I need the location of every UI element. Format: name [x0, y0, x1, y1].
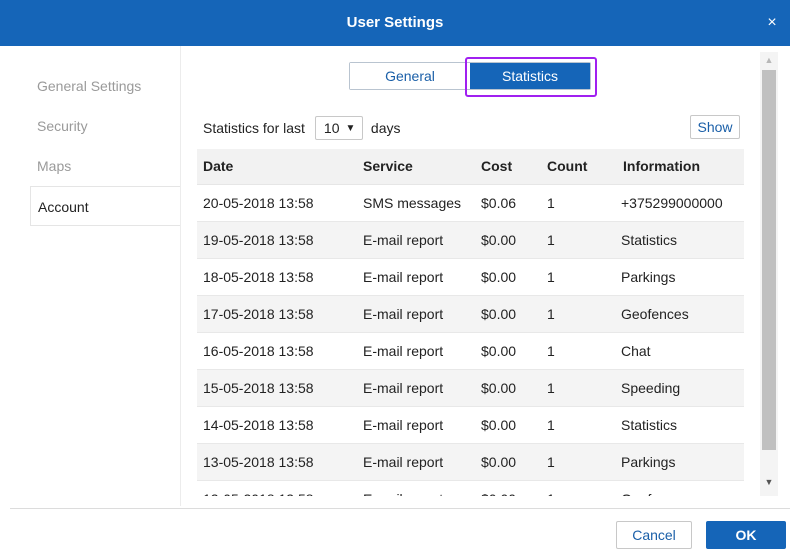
cell-count: 1	[543, 258, 617, 296]
cell-count: 1	[543, 443, 617, 481]
cell-date: 17-05-2018 13:58	[197, 295, 363, 333]
close-icon[interactable]: ×	[762, 13, 782, 33]
days-select-value: 10	[323, 120, 340, 136]
cell-count: 1	[543, 369, 617, 407]
table-row: 19-05-2018 13:58 E-mail report $0.00 1 S…	[197, 221, 744, 259]
cell-information: Parkings	[617, 258, 744, 296]
cell-information: Statistics	[617, 221, 744, 259]
cell-cost: $0.00	[481, 258, 543, 296]
cell-cost: $0.00	[481, 369, 543, 407]
cell-cost: $0.00	[481, 221, 543, 259]
caret-down-icon: ▼	[345, 122, 356, 134]
cell-information: Geofences	[617, 295, 744, 333]
table-row: 15-05-2018 13:58 E-mail report $0.00 1 S…	[197, 369, 744, 407]
cell-count: 1	[543, 406, 617, 444]
sidebar-divider	[180, 46, 181, 506]
cell-information: +375299000000	[617, 184, 744, 222]
cell-date: 14-05-2018 13:58	[197, 406, 363, 444]
statistics-table: Date Service Cost Count Information 20-0…	[197, 149, 744, 496]
ok-button[interactable]: OK	[706, 521, 786, 549]
cell-service: E-mail report	[363, 369, 481, 407]
table-row: 20-05-2018 13:58 SMS messages $0.06 1 +3…	[197, 184, 744, 222]
sidebar-item-maps[interactable]: Maps	[30, 146, 180, 186]
scroll-down-icon[interactable]: ▼	[760, 474, 778, 490]
cell-count: 1	[543, 184, 617, 222]
table-header-row: Date Service Cost Count Information	[197, 149, 744, 185]
table-row: 13-05-2018 13:58 E-mail report $0.00 1 P…	[197, 443, 744, 481]
cell-date: 12-05-2018 13:58	[197, 480, 363, 496]
cell-cost: $0.00	[481, 332, 543, 370]
sidebar-item-security[interactable]: Security	[30, 106, 180, 146]
column-header-cost[interactable]: Cost	[481, 149, 543, 185]
statistics-filter: Statistics for last 10 ▼ days	[203, 116, 401, 140]
cell-cost: $0.00	[481, 443, 543, 481]
cell-count: 1	[543, 221, 617, 259]
cell-cost: $0.00	[481, 295, 543, 333]
dialog-title: User Settings	[346, 14, 444, 31]
cell-cost: $0.06	[481, 184, 543, 222]
statistics-tab-highlight	[465, 57, 597, 97]
statistics-table-container: Date Service Cost Count Information 20-0…	[197, 149, 744, 496]
show-button[interactable]: Show	[690, 115, 740, 139]
cell-service: E-mail report	[363, 295, 481, 333]
days-select[interactable]: 10 ▼	[314, 116, 363, 140]
cell-service: E-mail report	[363, 332, 481, 370]
cell-date: 16-05-2018 13:58	[197, 332, 363, 370]
cell-service: E-mail report	[363, 480, 481, 496]
column-header-information[interactable]: Information	[617, 149, 744, 185]
cell-information: Statistics	[617, 406, 744, 444]
cell-cost: $0.00	[481, 480, 543, 496]
column-header-date[interactable]: Date	[197, 149, 363, 185]
scrollbar-thumb[interactable]	[762, 70, 776, 450]
scroll-up-icon[interactable]: ▲	[760, 52, 778, 68]
cell-date: 13-05-2018 13:58	[197, 443, 363, 481]
tab-general[interactable]: General	[350, 63, 470, 89]
cell-date: 19-05-2018 13:58	[197, 221, 363, 259]
cell-date: 15-05-2018 13:58	[197, 369, 363, 407]
sidebar-item-account[interactable]: Account	[30, 186, 180, 226]
cell-service: E-mail report	[363, 221, 481, 259]
vertical-scrollbar[interactable]: ▲ ▼	[760, 52, 778, 496]
table-row: 14-05-2018 13:58 E-mail report $0.00 1 S…	[197, 406, 744, 444]
sidebar-item-general-settings[interactable]: General Settings	[30, 66, 180, 106]
cell-information: Chat	[617, 332, 744, 370]
cell-service: E-mail report	[363, 443, 481, 481]
cell-date: 20-05-2018 13:58	[197, 184, 363, 222]
table-row: 12-05-2018 13:58 E-mail report $0.00 1 G…	[197, 480, 744, 496]
cell-date: 18-05-2018 13:58	[197, 258, 363, 296]
table-row: 18-05-2018 13:58 E-mail report $0.00 1 P…	[197, 258, 744, 296]
filter-prefix-label: Statistics for last	[203, 120, 305, 136]
column-header-service[interactable]: Service	[363, 149, 481, 185]
cell-information: Speeding	[617, 369, 744, 407]
cell-count: 1	[543, 332, 617, 370]
filter-suffix-label: days	[370, 120, 401, 136]
cell-information: Parkings	[617, 443, 744, 481]
cell-count: 1	[543, 295, 617, 333]
settings-sidebar: General Settings Security Maps Account	[30, 66, 180, 226]
cell-count: 1	[543, 480, 617, 496]
cancel-button[interactable]: Cancel	[616, 521, 692, 549]
cell-service: SMS messages	[363, 184, 481, 222]
cell-cost: $0.00	[481, 406, 543, 444]
cell-information: Geofences	[617, 480, 744, 496]
table-row: 17-05-2018 13:58 E-mail report $0.00 1 G…	[197, 295, 744, 333]
column-header-count[interactable]: Count	[543, 149, 617, 185]
table-row: 16-05-2018 13:58 E-mail report $0.00 1 C…	[197, 332, 744, 370]
dialog-titlebar: User Settings ×	[0, 0, 790, 46]
cell-service: E-mail report	[363, 406, 481, 444]
footer-divider	[10, 508, 790, 509]
cell-service: E-mail report	[363, 258, 481, 296]
